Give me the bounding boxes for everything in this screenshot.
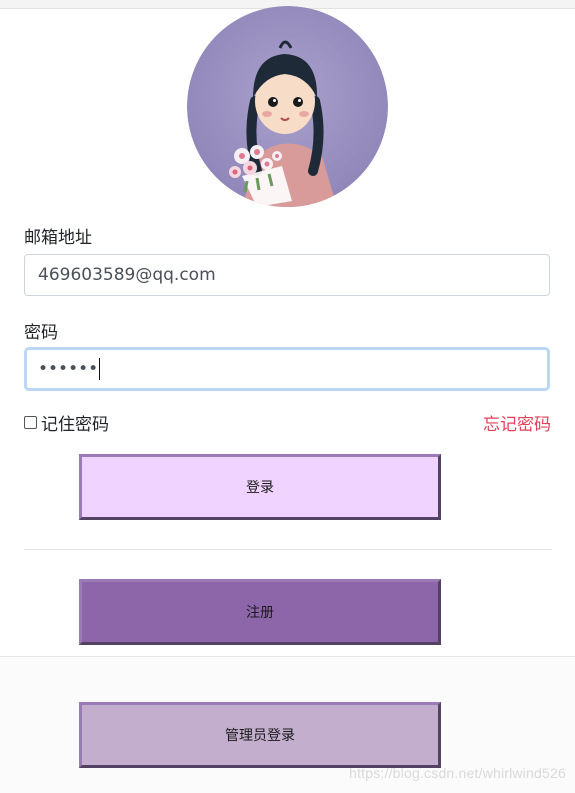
password-label: 密码 xyxy=(24,323,58,343)
checkbox-icon[interactable] xyxy=(24,416,37,429)
divider xyxy=(24,549,552,550)
admin-login-button[interactable]: 管理员登录 xyxy=(79,702,441,768)
remember-label: 记住密码 xyxy=(41,415,109,435)
text-caret xyxy=(99,358,101,380)
avatar xyxy=(187,6,388,207)
email-input[interactable]: 469603589@qq.com xyxy=(24,254,550,296)
email-value: 469603589@qq.com xyxy=(38,265,216,285)
register-button-label: 注册 xyxy=(246,605,274,621)
watermark: https://blog.csdn.net/whirlwind526 xyxy=(349,765,566,781)
register-button[interactable]: 注册 xyxy=(79,579,441,645)
login-button-label: 登录 xyxy=(246,480,274,496)
password-value: •••••• xyxy=(38,359,99,379)
admin-login-button-label: 管理员登录 xyxy=(225,728,295,744)
forgot-password-link[interactable]: 忘记密码 xyxy=(483,410,551,435)
email-label: 邮箱地址 xyxy=(24,228,92,248)
remember-password[interactable]: 记住密码 xyxy=(24,410,109,435)
avatar-illustration xyxy=(187,6,388,207)
password-input[interactable]: •••••• xyxy=(24,347,550,391)
login-button[interactable]: 登录 xyxy=(79,454,441,520)
